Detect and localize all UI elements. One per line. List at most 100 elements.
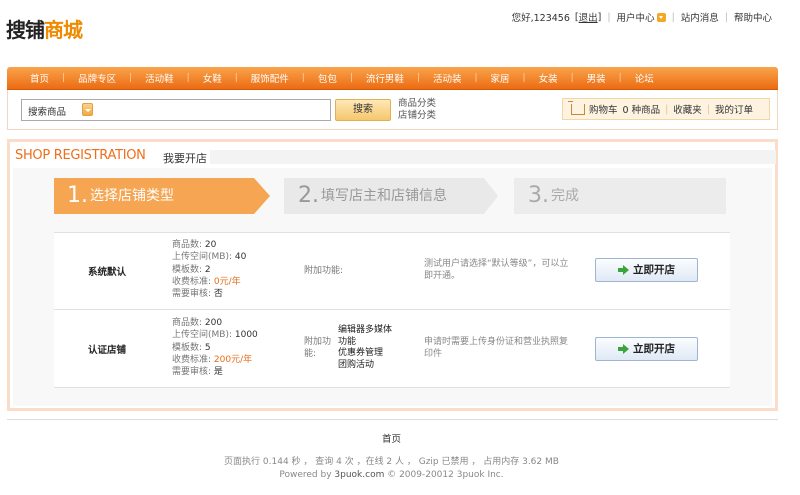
open-shop-button[interactable]: 立即开店	[595, 258, 698, 282]
logo-part1: 搜铺	[6, 18, 45, 42]
spec-label: 收费标准:	[172, 354, 212, 365]
spec-value: 40	[234, 252, 247, 263]
feature-item: 优惠券管理	[338, 348, 384, 358]
spec-label: 上传空间(MB):	[172, 330, 232, 341]
spec-label: 需要审核:	[172, 367, 212, 378]
spec-value: 1000	[234, 330, 258, 341]
spec-label: 商品数:	[172, 240, 203, 250]
main-nav: 首页 | 品牌专区 | 活动鞋 | 女鞋 | 服饰配件 | 包包 | 流行男鞋 | 活动装 | …	[7, 67, 778, 90]
feature-label: 附加功能:	[304, 266, 344, 276]
footer-stats: 页面执行 0.144 秒 ， 查询 4 次 ，在线 2 人 ， Gzip 已禁用…	[224, 457, 559, 467]
open-shop-label: 立即开店	[633, 264, 675, 276]
nav-item-women-clothing[interactable]: 女装	[539, 71, 558, 85]
cart-label[interactable]: 购物车	[589, 102, 618, 116]
spec-label: 收费标准:	[172, 276, 212, 287]
nav-item-home-goods[interactable]: 家居	[491, 71, 510, 85]
spec-value: 否	[213, 289, 223, 300]
plan-note: 申请时需要上传身份证和营业执照复印件	[424, 337, 569, 359]
messages-link[interactable]: 站内消息	[681, 10, 719, 24]
nav-item-bags[interactable]: 包包	[318, 71, 337, 85]
search-scope-label[interactable]: 搜索商品	[28, 104, 66, 118]
feature-label: 附加功 能:	[304, 336, 331, 360]
cart-count[interactable]: 0 种商品	[623, 102, 661, 116]
logo-part2: 商城	[44, 18, 83, 42]
step-1-label: 选择店铺类型	[90, 188, 174, 204]
spec-value: 5	[204, 342, 211, 353]
site-logo[interactable]: 搜铺商城	[6, 14, 83, 43]
spec-label: 上传空间(MB):	[172, 252, 232, 263]
open-shop-button[interactable]: 立即开店	[595, 337, 698, 361]
plan-name: 系统默认	[88, 267, 127, 278]
shop-category-link[interactable]: 店铺分类	[398, 110, 436, 122]
open-shop-label: 立即开店	[633, 343, 675, 355]
nav-item-accessories[interactable]: 服饰配件	[251, 71, 289, 85]
plan-specs: 商品数: 200 上传空间(MB): 1000 模板数: 5 收费标准: 200…	[172, 317, 258, 378]
help-link[interactable]: 帮助中心	[734, 10, 772, 24]
search-types: 商品分类 店铺分类	[398, 98, 436, 122]
feature-item: 团购活动	[338, 359, 375, 370]
greeting: 您好,123456	[511, 13, 570, 24]
feature-item: 功能	[338, 336, 357, 347]
title-strip: SHOP REGISTRATION 我要开店	[13, 145, 776, 165]
spec-label: 模板数:	[172, 264, 203, 275]
nav-item-sport-shoes[interactable]: 活动鞋	[145, 71, 174, 85]
favorites-link[interactable]: 收藏夹	[673, 102, 702, 116]
step-1-num: 1.	[67, 183, 88, 208]
spec-label: 商品数:	[172, 318, 203, 328]
footer-home-link[interactable]: 首页	[0, 431, 783, 445]
fee-value: 0元/年	[213, 276, 241, 287]
table-row: 认证店铺 商品数: 200 上传空间(MB): 1000 模板数: 5 收费标准…	[54, 310, 730, 388]
step-3-label: 完成	[551, 188, 579, 204]
page-title-en: SHOP REGISTRATION	[15, 148, 146, 163]
arrow-right-icon	[618, 265, 629, 275]
nav-item-forum[interactable]: 论坛	[635, 71, 654, 85]
footer-powered: Powered by 3puok.com © 2009-20012 3puok …	[0, 470, 783, 480]
plan-name: 认证店铺	[88, 345, 127, 356]
spec-value: 2	[204, 264, 211, 275]
powered-link[interactable]: 3puok.com	[334, 470, 384, 480]
table-row: 系统默认 商品数: 20 上传空间(MB): 40 模板数: 2 收费标准: 0…	[54, 233, 730, 310]
spec-value: 是	[213, 367, 223, 378]
search-button[interactable]: 搜索	[335, 99, 391, 121]
plan-note: 测试用户请选择“默认等级”，可以立即开通。	[424, 259, 569, 281]
fee-value: 200元/年	[213, 354, 253, 365]
user-center-link[interactable]: 用户中心	[617, 10, 655, 24]
logout-link[interactable]: 退出	[579, 10, 598, 24]
step-2-num: 2.	[298, 183, 319, 208]
footer-divider	[7, 419, 778, 420]
powered-suffix: © 2009-20012 3puok Inc.	[384, 470, 504, 480]
search-bar: 搜索商品 搜索 商品分类 店铺分类 购物车 0 种商品 | 收藏夹 | 我的订单	[7, 90, 778, 130]
nav-item-women-shoes[interactable]: 女鞋	[203, 71, 222, 85]
step-2-arrow	[484, 178, 498, 214]
spec-label: 需要审核:	[172, 289, 212, 300]
feature-item: 编辑器多媒体	[338, 325, 393, 335]
step-1-arrow	[254, 178, 270, 214]
orders-link[interactable]: 我的订单	[715, 102, 753, 116]
step-3-num: 3.	[528, 183, 549, 208]
step-1: 1. 选择店铺类型	[54, 178, 254, 214]
search-box: 搜索商品	[21, 99, 331, 121]
feature-label-line: 附加功	[304, 337, 332, 347]
page-title-cn: 我要开店	[163, 152, 207, 165]
nav-item-sportswear[interactable]: 活动装	[433, 71, 462, 85]
powered-prefix: Powered by	[279, 470, 335, 480]
plans-table: 系统默认 商品数: 20 上传空间(MB): 40 模板数: 2 收费标准: 0…	[54, 232, 730, 388]
cart-icon[interactable]	[568, 100, 585, 115]
chevron-down-icon[interactable]	[656, 12, 666, 22]
nav-item-brands[interactable]: 品牌专区	[78, 71, 116, 85]
spec-value: 200	[204, 318, 223, 328]
nav-item-men-clothing[interactable]: 男装	[587, 71, 606, 85]
cart-box: 购物车 0 种商品 | 收藏夹 | 我的订单	[562, 98, 770, 120]
nav-item-men-shoes[interactable]: 流行男鞋	[366, 71, 404, 85]
step-2-label: 填写店主和店铺信息	[321, 188, 447, 204]
plan-specs: 商品数: 20 上传空间(MB): 40 模板数: 2 收费标准: 0元/年 需…	[172, 239, 246, 300]
goods-category-link[interactable]: 商品分类	[398, 98, 436, 110]
feature-label-line: 能:	[304, 349, 317, 359]
chevron-down-icon[interactable]	[82, 103, 93, 116]
nav-item-home[interactable]: 首页	[30, 71, 49, 85]
spec-label: 模板数:	[172, 342, 203, 353]
search-input[interactable]	[100, 102, 326, 118]
spec-value: 20	[204, 240, 217, 250]
feature-list: 编辑器多媒体 功能 优惠券管理 团购活动	[338, 325, 392, 371]
title-bar	[210, 150, 776, 164]
